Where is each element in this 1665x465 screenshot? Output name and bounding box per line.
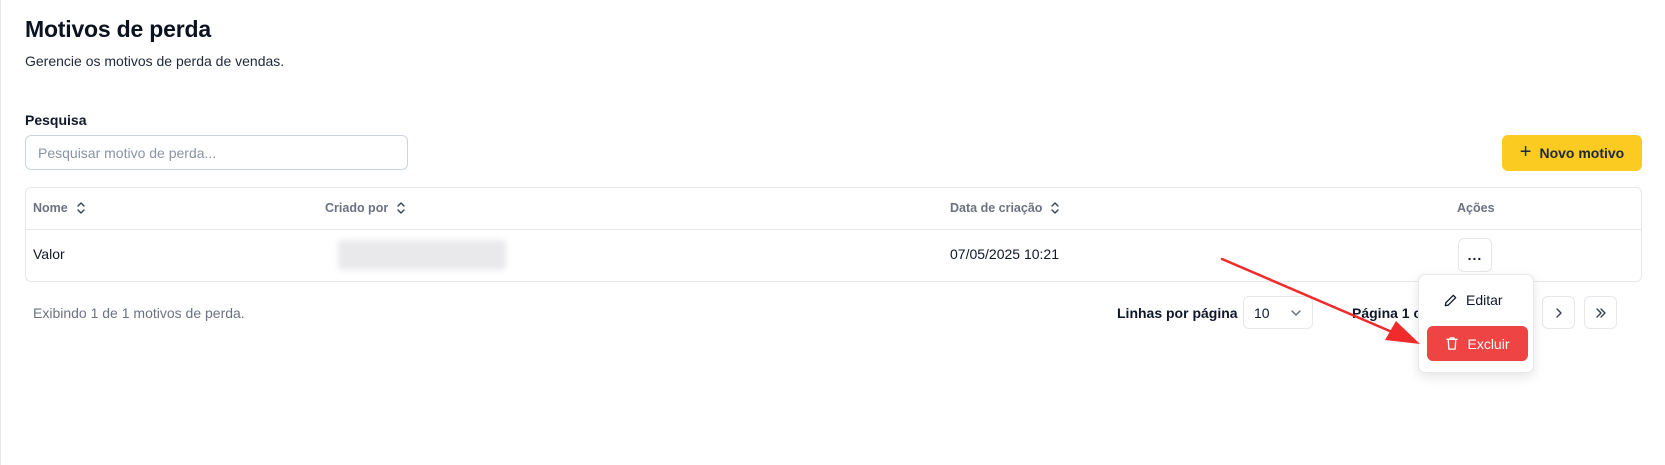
page-indicator: Página 1 c xyxy=(1352,305,1422,321)
cell-name: Valor xyxy=(33,246,65,262)
column-header-data-criacao[interactable]: Data de criação xyxy=(950,201,1060,215)
edit-label: Editar xyxy=(1466,292,1503,308)
sort-icon xyxy=(397,202,405,214)
row-actions-menu: Editar Excluir xyxy=(1418,274,1534,373)
column-label: Nome xyxy=(33,201,68,215)
chevron-down-icon xyxy=(1291,309,1301,316)
column-header-nome[interactable]: Nome xyxy=(33,201,86,215)
column-header-acoes: Ações xyxy=(1457,201,1495,215)
plus-icon: + xyxy=(1519,141,1532,163)
table-row[interactable]: Valor 07/05/2025 10:21 ... xyxy=(26,229,1641,281)
rows-per-page-value: 10 xyxy=(1254,304,1270,321)
new-reason-label: Novo motivo xyxy=(1539,145,1625,161)
left-border xyxy=(0,0,1,465)
cell-created-at: 07/05/2025 10:21 xyxy=(950,246,1059,262)
new-reason-button[interactable]: + Novo motivo xyxy=(1502,135,1642,171)
rows-per-page-label: Linhas por página xyxy=(1117,305,1238,321)
chevrons-right-icon xyxy=(1595,307,1606,318)
sort-icon xyxy=(1051,202,1060,214)
pencil-icon xyxy=(1444,294,1457,306)
column-label: Data de criação xyxy=(950,201,1043,215)
sort-icon xyxy=(77,202,85,214)
loss-reasons-table: Nome Criado por Data de criação Ações Va… xyxy=(25,187,1642,282)
chevron-right-icon xyxy=(1555,307,1562,318)
last-page-button[interactable] xyxy=(1584,296,1617,329)
delete-label: Excluir xyxy=(1467,335,1510,352)
page-subtitle: Gerencie os motivos de perda de vendas. xyxy=(25,53,285,69)
trash-icon xyxy=(1446,337,1459,350)
edit-menu-item[interactable]: Editar xyxy=(1427,284,1527,316)
delete-menu-item[interactable]: Excluir xyxy=(1427,326,1528,361)
search-input[interactable] xyxy=(25,135,408,170)
rows-per-page-select[interactable]: 10 xyxy=(1243,296,1313,329)
more-icon: ... xyxy=(1467,247,1483,263)
blurred-creator xyxy=(338,240,506,270)
column-label: Criado por xyxy=(325,201,389,215)
next-page-button[interactable] xyxy=(1542,296,1575,329)
table-header: Nome Criado por Data de criação Ações xyxy=(26,188,1641,230)
page-title: Motivos de perda xyxy=(25,16,211,42)
results-summary: Exibindo 1 de 1 motivos de perda. xyxy=(33,305,245,321)
search-label: Pesquisa xyxy=(25,112,87,128)
row-actions-button[interactable]: ... xyxy=(1458,238,1492,272)
column-header-criado-por[interactable]: Criado por xyxy=(325,201,406,215)
